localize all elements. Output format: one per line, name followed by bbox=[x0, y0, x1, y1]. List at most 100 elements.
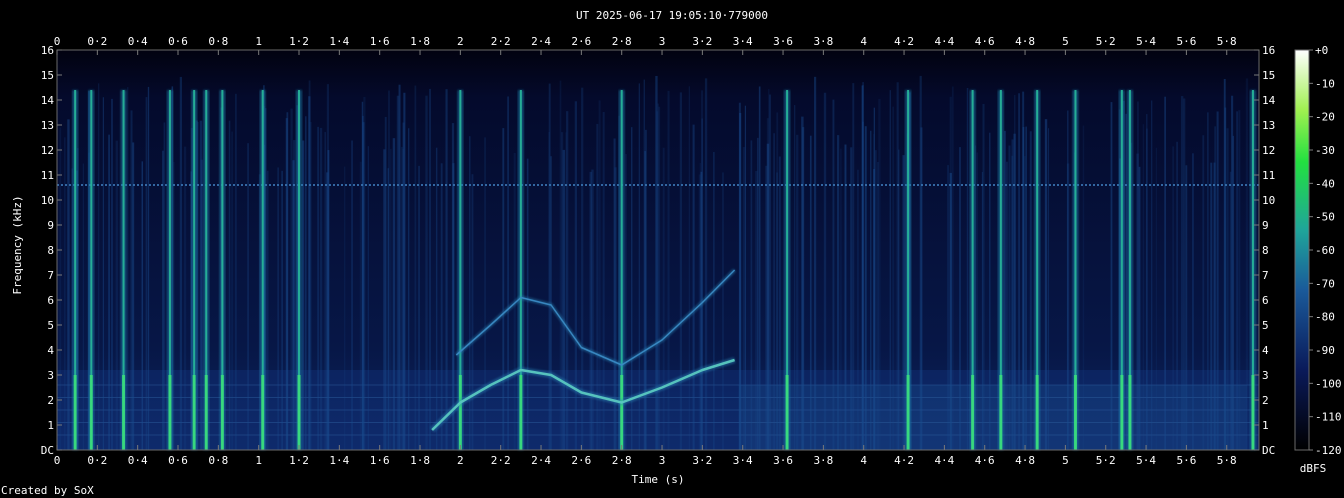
y-tick-label-right: 14 bbox=[1262, 94, 1276, 107]
y-tick-label-left: 7 bbox=[47, 269, 54, 282]
background-streak bbox=[163, 122, 166, 450]
impulse-low bbox=[1128, 375, 1132, 450]
x-tick-label-bottom: 5 bbox=[1062, 454, 1069, 467]
background-streak bbox=[850, 147, 853, 450]
colorbar-tick-label: -120 bbox=[1315, 444, 1342, 457]
background-streak bbox=[1044, 119, 1048, 450]
background-streak bbox=[67, 119, 70, 451]
background-streak bbox=[235, 93, 237, 450]
background-streak bbox=[873, 168, 875, 450]
y-tick-label-right: 9 bbox=[1262, 219, 1269, 232]
background-streak bbox=[286, 112, 289, 451]
x-tick-label-bottom: 4 bbox=[860, 454, 867, 467]
background-streak bbox=[98, 83, 100, 451]
background-streak bbox=[292, 160, 295, 450]
x-tick-label-top: 0 bbox=[54, 35, 61, 48]
background-streak bbox=[796, 134, 799, 450]
background-streak bbox=[773, 133, 775, 450]
x-tick-label-bottom: 1·6 bbox=[370, 454, 390, 467]
background-streak bbox=[502, 128, 505, 450]
y-tick-label-left: 1 bbox=[47, 419, 54, 432]
x-tick-label-top: 0·2 bbox=[87, 35, 107, 48]
background-streak bbox=[1238, 110, 1241, 451]
y-tick-label-right: 7 bbox=[1262, 269, 1269, 282]
background-streak bbox=[742, 147, 746, 450]
background-streak bbox=[1151, 100, 1153, 450]
background-streak bbox=[844, 144, 847, 451]
y-tick-label-right: 10 bbox=[1262, 194, 1275, 207]
background-streak bbox=[981, 171, 984, 450]
background-streak bbox=[823, 92, 827, 450]
background-streak bbox=[1155, 147, 1157, 451]
colorbar-ticks: +0 -10 -20 -30 -40 -50 -60 -70 -80 -90 -100 -110 -12… bbox=[1309, 44, 1342, 457]
background-streak bbox=[228, 120, 231, 451]
y-tick-label-left: 2 bbox=[47, 394, 54, 407]
x-tick-label-bottom: 1·2 bbox=[289, 454, 309, 467]
impulse-low bbox=[220, 375, 224, 450]
y-tick-label-left: 14 bbox=[41, 94, 55, 107]
y-tick-label-right: 16 bbox=[1262, 44, 1275, 57]
background-streak bbox=[526, 158, 529, 450]
background-streak bbox=[231, 131, 233, 450]
x-tick-label-top: 4·8 bbox=[1015, 35, 1035, 48]
background-streak bbox=[658, 106, 661, 451]
background-streak bbox=[471, 174, 474, 450]
background-streak bbox=[1176, 141, 1178, 450]
colorbar-tick-label: +0 bbox=[1315, 44, 1328, 57]
x-tick-label-bottom: 1 bbox=[255, 454, 262, 467]
x-tick-label-top: 1·6 bbox=[370, 35, 390, 48]
background-streak bbox=[958, 147, 961, 450]
background-streak bbox=[644, 151, 646, 450]
background-streak bbox=[367, 146, 369, 450]
x-tick-label-top: 0·4 bbox=[128, 35, 148, 48]
x-axis-label: Time (s) bbox=[632, 473, 685, 486]
colorbar bbox=[1294, 49, 1310, 451]
y-tick-label-left: 12 bbox=[41, 144, 54, 157]
y-axis-label: Frequency (kHz) bbox=[11, 195, 24, 294]
x-tick-label-top: 5 bbox=[1062, 35, 1069, 48]
x-tick-label-bottom: 2·4 bbox=[531, 454, 551, 467]
x-tick-label-top: 1·8 bbox=[410, 35, 430, 48]
x-tick-label-bottom: 0·6 bbox=[168, 454, 188, 467]
background-streak bbox=[425, 95, 428, 450]
background-streak bbox=[1213, 162, 1216, 451]
background-streak bbox=[1210, 162, 1213, 450]
background-streak bbox=[713, 152, 715, 450]
colorbar-tick-label: -20 bbox=[1315, 111, 1335, 124]
x-tick-label-bottom: 2·2 bbox=[491, 454, 511, 467]
colorbar-tick-label: -110 bbox=[1315, 411, 1342, 424]
impulse-low bbox=[89, 375, 93, 450]
x-tick-label-top: 2 bbox=[457, 35, 464, 48]
x-tick-label-top: 5·4 bbox=[1136, 35, 1156, 48]
background-streak bbox=[1207, 112, 1209, 451]
background-streak bbox=[1029, 131, 1032, 451]
y-tick-label-left: 13 bbox=[41, 119, 54, 132]
x-tick-label-bottom: 2·8 bbox=[612, 454, 632, 467]
background-streak bbox=[794, 105, 796, 451]
background-streak bbox=[326, 172, 329, 450]
background-streak bbox=[548, 83, 551, 450]
background-streak bbox=[402, 148, 404, 450]
background-streak bbox=[976, 152, 978, 451]
background-streak bbox=[440, 163, 443, 450]
impulse-low bbox=[1035, 375, 1039, 450]
x-tick-label-top: 0·8 bbox=[208, 35, 228, 48]
background-streak bbox=[390, 148, 392, 450]
background-streak bbox=[324, 132, 326, 450]
x-tick-label-bottom: 0·4 bbox=[128, 454, 148, 467]
y-tick-label-left: DC bbox=[41, 444, 54, 457]
x-tick-label-top: 5·2 bbox=[1096, 35, 1116, 48]
background-streak bbox=[1011, 139, 1014, 450]
background-streak bbox=[662, 147, 665, 450]
colorbar-tick-label: -80 bbox=[1315, 311, 1335, 324]
y-tick-label-left: 3 bbox=[47, 369, 54, 382]
x-tick-label-top: 2·2 bbox=[491, 35, 511, 48]
y-tick-label-right: 15 bbox=[1262, 69, 1275, 82]
background-streak bbox=[1245, 78, 1249, 450]
background-streak bbox=[766, 118, 769, 450]
background-streak bbox=[1142, 124, 1145, 450]
background-streak bbox=[758, 86, 761, 450]
background-streak bbox=[614, 167, 617, 450]
background-streak bbox=[388, 90, 390, 451]
background-streak bbox=[1216, 111, 1219, 450]
